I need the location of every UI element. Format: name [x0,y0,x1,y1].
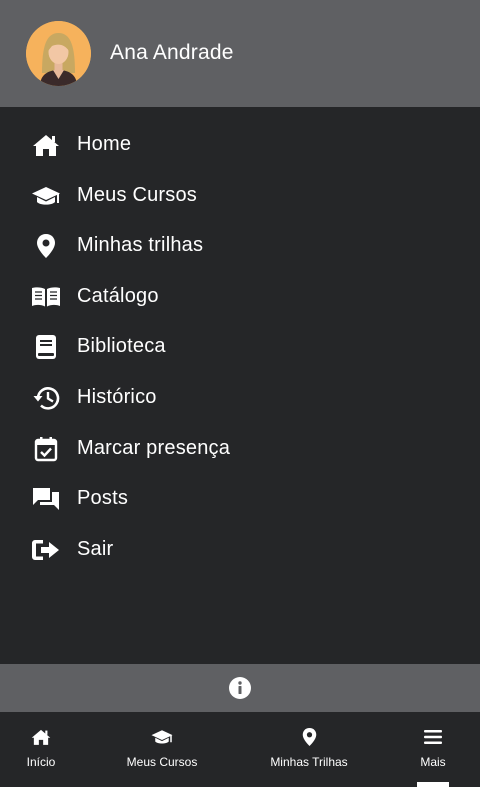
info-icon[interactable] [228,676,252,700]
menu-item-historico[interactable]: Histórico [0,373,480,423]
menu-item-minhas-trilhas[interactable]: Minhas trilhas [0,221,480,271]
nav-item-meus-cursos[interactable]: Meus Cursos [122,712,202,787]
menu-item-label: Sair [77,538,114,560]
menu-item-label: Catálogo [77,285,159,307]
menu-item-meus-cursos[interactable]: Meus Cursos [0,171,480,221]
drawer-header: Ana Andrade [0,0,480,107]
info-bar [0,664,480,712]
menu-item-home[interactable]: Home [0,120,480,170]
nav-item-label: Minhas Trilhas [270,755,348,769]
menu-item-biblioteca[interactable]: Biblioteca [0,322,480,372]
drawer-menu: Home Meus Cursos Minhas trilhas Catálogo… [0,107,480,664]
nav-item-inicio[interactable]: Início [20,712,62,787]
graduation-cap-icon [150,726,174,748]
menu-item-label: Meus Cursos [77,184,198,206]
menu-item-label: Minhas trilhas [77,234,204,256]
home-icon [31,132,61,158]
graduation-cap-icon [31,183,61,209]
active-tab-indicator [417,782,449,787]
menu-item-label: Histórico [77,386,157,408]
menu-item-sair[interactable]: Sair [0,525,480,575]
sign-out-icon [31,537,61,563]
calendar-check-icon [31,436,61,462]
user-avatar-icon [26,21,91,86]
menu-item-label: Marcar presença [77,437,231,459]
nav-item-minhas-trilhas[interactable]: Minhas Trilhas [265,712,353,787]
bottom-navigation: Início Meus Cursos Minhas Trilhas Mais [0,712,480,787]
nav-item-label: Mais [420,755,446,769]
map-pin-icon [31,233,61,259]
avatar[interactable] [26,21,91,86]
menu-item-marcar-presenca[interactable]: Marcar presença [0,424,480,474]
nav-item-label: Início [26,755,56,769]
book-icon [31,334,61,360]
user-name: Ana Andrade [110,41,234,64]
menu-icon [424,726,442,748]
menu-item-catalogo[interactable]: Catálogo [0,272,480,322]
menu-item-label: Posts [77,487,129,509]
menu-item-posts[interactable]: Posts [0,474,480,524]
menu-item-label: Home [77,133,132,155]
nav-item-label: Meus Cursos [126,755,198,769]
chat-bubbles-icon [31,486,61,512]
history-icon [31,385,61,411]
menu-item-label: Biblioteca [77,335,166,357]
nav-item-mais[interactable]: Mais [413,712,453,787]
map-pin-icon [302,726,317,748]
home-icon [31,726,51,748]
open-book-icon [31,284,61,310]
